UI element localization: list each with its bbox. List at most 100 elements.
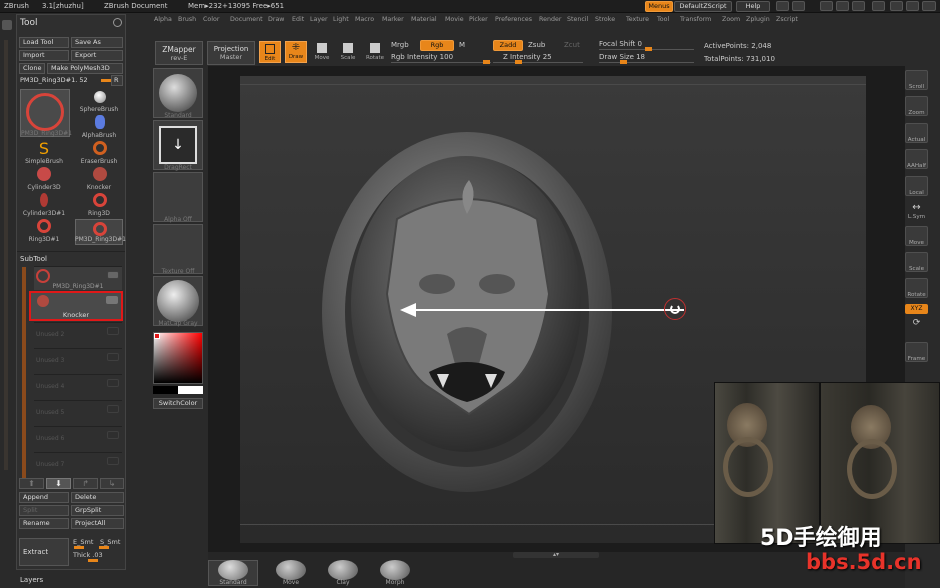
menu-material[interactable]: Material <box>411 16 437 23</box>
color-picker[interactable] <box>153 332 203 384</box>
menu-picker[interactable]: Picker <box>469 16 488 23</box>
arrow-move-down-icon[interactable]: ↳ <box>100 478 124 489</box>
rgb-intensity-slider[interactable]: Rgb Intensity 100 <box>391 53 453 61</box>
menus-button[interactable]: Menus <box>645 1 673 12</box>
eye-toggle-icon[interactable] <box>107 271 119 279</box>
menu-zoom[interactable]: Zoom <box>722 16 740 23</box>
eye-toggle-icon[interactable] <box>107 379 119 387</box>
subtool-slot[interactable]: Unused 6 <box>34 426 122 450</box>
layout-icon[interactable] <box>852 1 865 11</box>
projectall-button[interactable]: ProjectAll <box>71 518 124 529</box>
rotate-button[interactable]: Rotate <box>363 41 387 63</box>
menu-alpha[interactable]: Alpha <box>154 16 172 23</box>
eye-toggle-icon[interactable] <box>107 457 119 465</box>
close-icon[interactable] <box>922 1 936 11</box>
layout-icon[interactable] <box>776 1 789 11</box>
menu-zscript[interactable]: Zscript <box>776 16 798 23</box>
z-intensity-slider[interactable]: Z Intensity 25 <box>503 53 552 61</box>
make-polymesh-button[interactable]: Make PolyMesh3D <box>47 63 123 74</box>
menu-light[interactable]: Light <box>333 16 349 23</box>
subtool-item-knocker[interactable]: Knocker <box>29 291 123 321</box>
menu-movie[interactable]: Movie <box>445 16 464 23</box>
z-intensity-handle[interactable] <box>515 60 522 64</box>
append-button[interactable]: Append <box>19 492 69 503</box>
subtool-slot[interactable]: Unused 2 <box>34 322 122 346</box>
eye-toggle-icon[interactable] <box>107 431 119 439</box>
grpsplit-button[interactable]: GrpSplit <box>71 505 124 516</box>
morph-brush-icon[interactable] <box>380 560 410 580</box>
thick-slider[interactable]: Thick .03 <box>73 551 103 559</box>
current-tool-thumb[interactable]: PM3D_Ring3D#1 <box>20 89 72 137</box>
texture-thumb[interactable] <box>153 224 203 274</box>
move-button[interactable]: Move <box>311 41 333 63</box>
maximize-icon[interactable] <box>906 1 919 11</box>
xyz-toggle[interactable]: XYZ <box>905 304 928 314</box>
load-tool-button[interactable]: Load Tool <box>19 37 69 48</box>
zadd-button[interactable]: Zadd <box>493 40 523 51</box>
e-smt-handle[interactable] <box>74 546 84 549</box>
eye-toggle-icon[interactable] <box>106 296 118 304</box>
menu-transform[interactable]: Transform <box>680 16 711 23</box>
eye-toggle-icon[interactable] <box>107 405 119 413</box>
menu-draw[interactable]: Draw <box>268 16 284 23</box>
menu-texture[interactable]: Texture <box>626 16 649 23</box>
subtool-slot[interactable]: Unused 4 <box>34 374 122 398</box>
draw-size-handle[interactable] <box>620 60 627 64</box>
dragrect-stroke-thumb[interactable]: ↓ <box>153 120 203 170</box>
menu-marker[interactable]: Marker <box>382 16 404 23</box>
save-as-button[interactable]: Save As <box>71 37 123 48</box>
mrgb-button[interactable]: Mrgb <box>391 41 409 49</box>
subtool-item-pm3d-ring[interactable]: PM3D_Ring3D#1 <box>34 266 122 290</box>
move-brush-icon[interactable] <box>276 560 306 580</box>
focal-shift-handle[interactable] <box>645 47 652 51</box>
projection-master-button[interactable]: Projection Master <box>207 41 255 65</box>
layout-icon[interactable] <box>836 1 849 11</box>
layout-icon[interactable] <box>820 1 833 11</box>
standard-brush-thumb[interactable] <box>153 68 203 118</box>
subtool-scrollbar[interactable] <box>22 267 26 479</box>
s-smt-handle[interactable] <box>99 546 109 549</box>
arrow-up-icon[interactable]: ⬆ <box>19 478 44 489</box>
menu-stroke[interactable]: Stroke <box>595 16 615 23</box>
rgb-button[interactable]: Rgb <box>420 40 454 51</box>
extract-button[interactable]: Extract <box>19 538 69 566</box>
export-button[interactable]: Export <box>71 50 123 61</box>
switchcolor-button[interactable]: SwitchColor <box>153 398 203 409</box>
split-button[interactable]: Split <box>19 505 69 516</box>
layout-icon[interactable] <box>792 1 805 11</box>
menu-stencil[interactable]: Stencil <box>567 16 588 23</box>
menu-zplugin[interactable]: Zplugin <box>746 16 770 23</box>
rgb-intensity-handle[interactable] <box>483 60 490 64</box>
clay-brush-icon[interactable] <box>328 560 358 580</box>
delete-button[interactable]: Delete <box>71 492 124 503</box>
menu-tool[interactable]: Tool <box>657 16 669 23</box>
subtool-slot[interactable]: Unused 3 <box>34 348 122 372</box>
menu-document[interactable]: Document <box>230 16 263 23</box>
import-button[interactable]: Import <box>19 50 69 61</box>
focal-shift-slider[interactable]: Focal Shift 0 <box>599 40 642 48</box>
collapse-handle-icon[interactable]: ▴▾ <box>513 552 599 558</box>
r-button[interactable]: R <box>111 75 123 86</box>
refresh-icon[interactable] <box>113 18 122 27</box>
menu-preferences[interactable]: Preferences <box>495 16 532 23</box>
menu-edit[interactable]: Edit <box>292 16 304 23</box>
zcut-button[interactable]: Zcut <box>564 41 580 49</box>
subtool-slot[interactable]: Unused 7 <box>34 452 122 476</box>
rotate-axis-icon[interactable]: ⟳ <box>905 318 928 338</box>
knocker-model[interactable] <box>319 124 619 514</box>
rename-button[interactable]: Rename <box>19 518 69 529</box>
arrow-down-icon[interactable]: ⬇ <box>46 478 71 489</box>
help-button[interactable]: Help <box>736 1 770 12</box>
eye-toggle-icon[interactable] <box>107 327 119 335</box>
eye-toggle-icon[interactable] <box>107 353 119 361</box>
alpha-thumb[interactable] <box>153 172 203 222</box>
draw-button[interactable]: ⁜ Draw <box>285 41 307 63</box>
menu-layer[interactable]: Layer <box>310 16 328 23</box>
menu-render[interactable]: Render <box>539 16 561 23</box>
m-button[interactable]: M <box>459 41 465 49</box>
scale-button[interactable]: Scale <box>337 41 359 63</box>
material-thumb[interactable] <box>153 276 203 326</box>
zsub-button[interactable]: Zsub <box>528 41 545 49</box>
layers-header[interactable]: Layers <box>20 576 43 584</box>
color-swatch[interactable] <box>153 386 203 394</box>
